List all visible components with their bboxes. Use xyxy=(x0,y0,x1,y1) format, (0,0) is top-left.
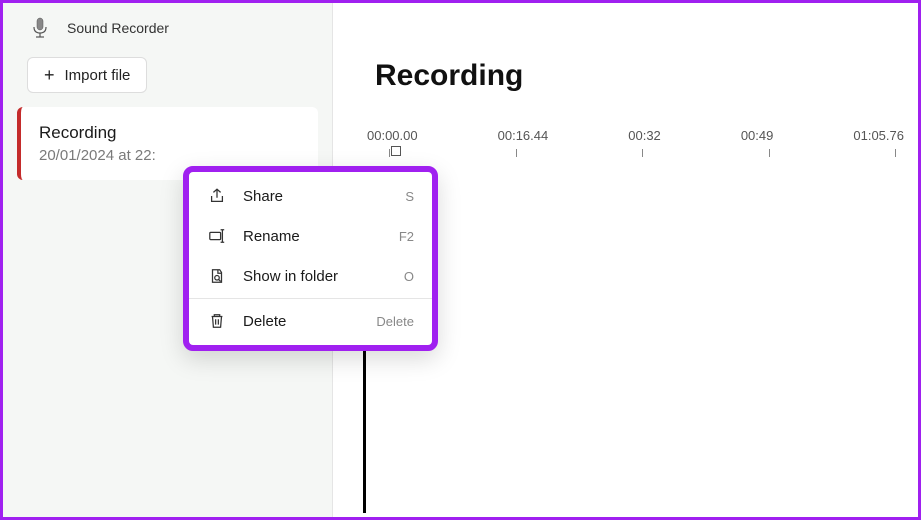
menu-item-share[interactable]: Share S xyxy=(189,176,432,216)
menu-label: Delete xyxy=(243,313,360,330)
menu-item-show-in-folder[interactable]: Show in folder O xyxy=(189,256,432,296)
import-file-label: Import file xyxy=(65,67,131,84)
timeline-ticks xyxy=(363,149,908,157)
menu-label: Rename xyxy=(243,228,383,245)
menu-shortcut: O xyxy=(404,269,414,284)
app-title: Sound Recorder xyxy=(67,20,169,36)
folder-icon xyxy=(207,266,227,286)
menu-item-rename[interactable]: Rename F2 xyxy=(189,216,432,256)
tick xyxy=(769,149,770,157)
tick xyxy=(642,149,643,157)
menu-shortcut: S xyxy=(405,189,414,204)
timeline[interactable]: 00:00.00 00:16.44 00:32 00:49 01:05.76 xyxy=(363,128,908,157)
recording-item-title: Recording xyxy=(39,123,300,143)
menu-item-delete[interactable]: Delete Delete xyxy=(189,301,432,341)
waveform[interactable] xyxy=(693,433,913,473)
share-icon xyxy=(207,186,227,206)
time-label: 00:32 xyxy=(628,128,661,143)
context-menu: Share S Rename F2 Show in folder O xyxy=(183,166,438,351)
page-title: Recording xyxy=(333,3,918,93)
time-labels: 00:00.00 00:16.44 00:32 00:49 01:05.76 xyxy=(363,128,908,149)
tick xyxy=(516,149,517,157)
menu-label: Share xyxy=(243,188,389,205)
menu-shortcut: Delete xyxy=(376,314,414,329)
timeline-marker[interactable] xyxy=(391,146,401,156)
app-header: Sound Recorder xyxy=(3,3,332,49)
tick xyxy=(389,149,390,157)
plus-icon: + xyxy=(44,66,55,84)
menu-shortcut: F2 xyxy=(399,229,414,244)
time-label: 00:49 xyxy=(741,128,774,143)
time-label: 01:05.76 xyxy=(853,128,904,143)
time-label: 00:00.00 xyxy=(367,128,418,143)
menu-label: Show in folder xyxy=(243,268,388,285)
tick xyxy=(895,149,896,157)
recording-item-subtitle: 20/01/2024 at 22: xyxy=(39,147,300,164)
delete-icon xyxy=(207,311,227,331)
microphone-icon xyxy=(31,17,49,39)
rename-icon xyxy=(207,226,227,246)
import-file-button[interactable]: + Import file xyxy=(27,57,147,93)
time-label: 00:16.44 xyxy=(498,128,549,143)
menu-separator xyxy=(189,298,432,299)
